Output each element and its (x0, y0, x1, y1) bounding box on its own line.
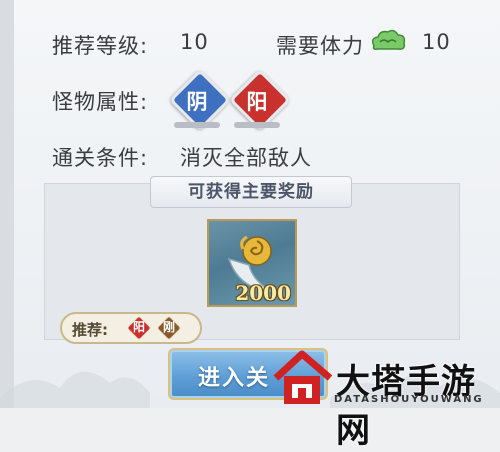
clear-condition-label: 通关条件: (52, 146, 149, 170)
rewards-title: 可获得主要奖励 (150, 176, 352, 208)
monster-attr-label: 怪物属性: (52, 90, 149, 114)
attr-badge-yang-base (234, 122, 280, 128)
watermark: 大塔手游网 DATASHOUYOUWANG (270, 350, 500, 451)
attr-badge-yin: 阴 (168, 68, 232, 132)
recommend-attr-gang: 刚 (156, 315, 182, 341)
attr-badge-yang: 阳 (228, 68, 292, 132)
attr-badge-yin-base (174, 122, 220, 128)
recommend-attr-yang: 阳 (126, 315, 152, 341)
stamina-value: 10 (422, 30, 451, 54)
enter-stage-button-label: 进入关 (198, 366, 271, 391)
house-logo-icon (273, 350, 333, 404)
recommend-attr-gang-text: 刚 (162, 320, 175, 334)
attr-badge-yang-text: 阳 (246, 89, 268, 114)
recommended-level-value: 10 (180, 30, 209, 54)
recommend-attr-yang-text: 阳 (132, 320, 145, 334)
recommend-label: 推荐: (72, 321, 108, 339)
attr-badge-yin-text: 阴 (186, 89, 208, 114)
watermark-subtext: DATASHOUYOUWANG (334, 394, 484, 405)
recommended-level-label: 推荐等级: (52, 34, 149, 58)
recommend-pill: 推荐: 阳 刚 (60, 312, 202, 344)
cloud-stamina-icon (371, 29, 406, 50)
reward-item[interactable]: 2000 (207, 219, 297, 307)
reward-quantity: 2000 (235, 281, 291, 305)
stamina-label: 需要体力 (276, 34, 364, 58)
clear-condition-value: 消灭全部敌人 (180, 146, 312, 170)
